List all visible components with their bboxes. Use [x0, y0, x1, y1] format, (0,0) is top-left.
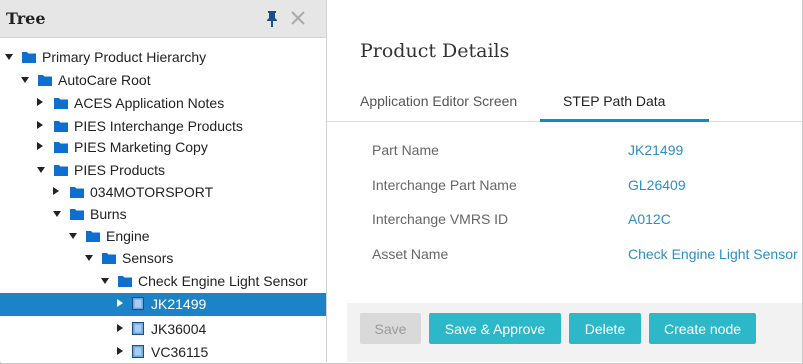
- caret-down-icon[interactable]: [21, 77, 29, 83]
- field-label-interchange-vmrs-id: Interchange VMRS ID: [372, 211, 509, 227]
- folder-icon: [70, 185, 84, 198]
- tree-item[interactable]: PIES Products: [0, 159, 326, 181]
- caret-down-icon[interactable]: [85, 255, 93, 261]
- tree-item-label: VC36115: [151, 344, 209, 360]
- product-icon: [131, 321, 145, 336]
- tree-item[interactable]: PIES Marketing Copy: [0, 136, 326, 158]
- tree-item[interactable]: AutoCare Root: [0, 69, 326, 91]
- tree-item[interactable]: Check Engine Light Sensor: [0, 270, 326, 292]
- tree-item[interactable]: Engine: [0, 225, 326, 247]
- field-value-interchange-vmrs-id[interactable]: A012C: [628, 211, 671, 227]
- tree-item-label: Check Engine Light Sensor: [138, 273, 308, 289]
- tree-item-label: PIES Interchange Products: [74, 118, 243, 134]
- field-value-interchange-part-name[interactable]: GL26409: [628, 177, 686, 193]
- pin-icon[interactable]: [264, 10, 280, 28]
- folder-icon: [102, 251, 116, 264]
- folder-icon: [86, 229, 100, 242]
- caret-down-icon[interactable]: [53, 211, 61, 217]
- caret-right-icon[interactable]: [37, 142, 43, 150]
- tree-item[interactable]: 034MOTORSPORT: [0, 181, 326, 203]
- field-label-part-name: Part Name: [372, 142, 439, 158]
- caret-down-icon[interactable]: [37, 167, 45, 173]
- folder-icon: [54, 140, 68, 153]
- action-bar: Save Save & Approve Delete Create node: [347, 303, 802, 362]
- active-tab-indicator: [540, 119, 709, 122]
- page-title: Product Details: [360, 40, 510, 62]
- product-icon: [131, 344, 145, 359]
- create-node-button[interactable]: Create node: [649, 313, 756, 344]
- caret-right-icon[interactable]: [117, 324, 123, 332]
- tree-item[interactable]: JK36004: [0, 318, 326, 340]
- tree-title: Tree: [6, 9, 46, 28]
- folder-icon: [38, 73, 52, 86]
- tree-item-label: PIES Marketing Copy: [74, 139, 208, 155]
- field-label-asset-name: Asset Name: [372, 246, 449, 262]
- folder-icon: [70, 207, 84, 220]
- tree-item[interactable]: Primary Product Hierarchy: [0, 46, 326, 68]
- tree-item-label: Engine: [106, 228, 150, 244]
- tree-item-label: 034MOTORSPORT: [90, 184, 214, 200]
- tree-item[interactable]: ACES Application Notes: [0, 92, 326, 114]
- folder-icon: [22, 50, 36, 63]
- tab-step-path-data[interactable]: STEP Path Data: [563, 93, 665, 109]
- folder-icon: [54, 163, 68, 176]
- tree-item-label: Burns: [90, 206, 127, 222]
- close-icon[interactable]: [290, 10, 306, 26]
- product-icon: [131, 296, 145, 311]
- tree-item[interactable]: VC36115: [0, 341, 326, 362]
- folder-icon: [54, 119, 68, 132]
- tree-item[interactable]: JK21499: [0, 293, 326, 316]
- details-panel: Product Details Application Editor Scree…: [327, 0, 802, 362]
- field-value-asset-name[interactable]: Check Engine Light Sensor: [628, 246, 798, 262]
- caret-right-icon[interactable]: [117, 299, 123, 307]
- tree-item[interactable]: PIES Interchange Products: [0, 115, 326, 137]
- field-label-interchange-part-name: Interchange Part Name: [372, 177, 517, 193]
- tree-item-label: JK36004: [151, 321, 207, 337]
- delete-button[interactable]: Delete: [569, 313, 641, 344]
- tree-header: Tree: [0, 0, 326, 38]
- folder-icon: [54, 96, 68, 109]
- tab-application-editor-screen[interactable]: Application Editor Screen: [360, 93, 517, 109]
- field-value-part-name[interactable]: JK21499: [628, 142, 683, 158]
- save-button[interactable]: Save: [360, 313, 421, 344]
- caret-down-icon[interactable]: [5, 54, 13, 60]
- folder-icon: [118, 274, 132, 287]
- caret-right-icon[interactable]: [53, 187, 59, 195]
- tree-panel: Tree Primary Product Hierarchy AutoCare R…: [0, 0, 327, 362]
- tree-item-label: AutoCare Root: [58, 72, 151, 88]
- caret-right-icon[interactable]: [37, 98, 43, 106]
- tree-item[interactable]: Sensors: [0, 247, 326, 269]
- caret-right-icon[interactable]: [117, 347, 123, 355]
- caret-down-icon[interactable]: [101, 278, 109, 284]
- tree-item-label: ACES Application Notes: [74, 95, 225, 111]
- save-approve-button[interactable]: Save & Approve: [429, 313, 561, 344]
- tree-item-label: Sensors: [122, 250, 174, 266]
- tree-item-label: JK21499: [151, 296, 207, 312]
- tree-item-label: Primary Product Hierarchy: [42, 49, 207, 65]
- tree-item-label: PIES Products: [74, 162, 166, 178]
- tree-item[interactable]: Burns: [0, 203, 326, 225]
- caret-down-icon[interactable]: [69, 233, 77, 239]
- caret-right-icon[interactable]: [37, 121, 43, 129]
